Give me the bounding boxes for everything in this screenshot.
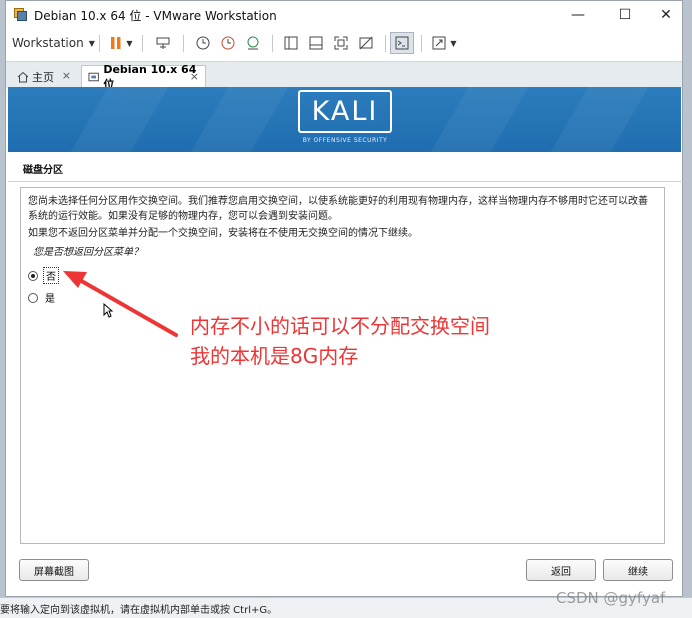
pause-icon — [111, 37, 121, 49]
content-panel: 您尚未选择任何分区用作交换空间。我们推荐您启用交换空间，以使系统能更好的利用现有… — [20, 187, 665, 544]
page-title: 磁盘分区 — [23, 165, 63, 176]
thumbnail-icon — [309, 36, 323, 50]
close-icon: ✕ — [660, 6, 672, 23]
library-button[interactable] — [279, 32, 303, 54]
kali-logo-subtitle: BY OFFENSIVE SECURITY — [302, 137, 388, 144]
snapshot-icon — [196, 36, 210, 50]
revert-snapshot-button[interactable] — [216, 32, 240, 54]
toolbar-separator — [99, 35, 100, 52]
chevron-down-icon: ▼ — [126, 38, 133, 48]
send-keys-icon — [156, 37, 170, 49]
vm-icon — [88, 72, 99, 82]
revert-snapshot-icon — [221, 36, 235, 50]
kali-logo: KALI — [298, 90, 392, 133]
vmware-window: Debian 10.x 64 位 - VMware Workstation — … — [5, 0, 683, 597]
pause-button[interactable]: ▼ — [106, 32, 136, 54]
close-tab-icon[interactable]: × — [190, 70, 199, 83]
back-button[interactable]: 返回 — [526, 559, 596, 581]
banner-decoration — [176, 87, 300, 152]
tab-label: 主页 — [32, 70, 54, 84]
toolbar: Workstation ▼ ▼ ▼ — [6, 28, 682, 59]
screenshot-button[interactable]: 屏幕截图 — [19, 559, 89, 581]
toolbar-separator — [272, 35, 273, 52]
tab-debian-vm[interactable]: Debian 10.x 64 位 × — [81, 63, 206, 91]
close-button[interactable]: ✕ — [646, 1, 686, 28]
console-icon — [395, 36, 409, 50]
fit-view-icon — [432, 36, 446, 50]
tab-home[interactable]: 主页 × — [11, 65, 77, 88]
annotation-text-2: 我的本机是8G内存 — [190, 344, 359, 368]
title-bar: Debian 10.x 64 位 - VMware Workstation — … — [6, 1, 682, 28]
close-tab-icon[interactable]: × — [62, 69, 71, 82]
home-icon — [17, 71, 29, 82]
minimize-button[interactable]: — — [558, 1, 598, 28]
continue-button-label: 继续 — [628, 566, 648, 578]
toolbar-separator — [183, 35, 184, 52]
unity-icon — [359, 36, 373, 50]
workstation-menu[interactable]: Workstation ▼ — [12, 32, 95, 54]
tab-bar: 主页 × Debian 10.x 64 位 × — [6, 61, 682, 91]
snapshot-manager-button[interactable] — [241, 32, 265, 54]
workstation-menu-label: Workstation — [12, 36, 84, 50]
back-button-label: 返回 — [551, 566, 571, 578]
divider — [8, 181, 681, 182]
vmware-app-icon — [14, 8, 27, 21]
console-view-button[interactable] — [390, 32, 414, 54]
screenshot-button-label: 屏幕截图 — [34, 566, 74, 578]
chevron-down-icon: ▼ — [450, 38, 457, 48]
minimize-icon: — — [571, 6, 585, 23]
banner-decoration — [416, 87, 540, 152]
chevron-down-icon: ▼ — [88, 38, 95, 48]
unity-button[interactable] — [354, 32, 378, 54]
send-keys-button[interactable] — [151, 32, 175, 54]
window-title: Debian 10.x 64 位 - VMware Workstation — [34, 9, 277, 23]
maximize-icon: ☐ — [618, 6, 632, 23]
kali-banner: KALI BY OFFENSIVE SECURITY — [8, 87, 681, 152]
status-message: 要将输入定向到该虚拟机，请在虚拟机内部单击或按 Ctrl+G。 — [0, 605, 278, 616]
banner-decoration — [536, 87, 660, 152]
continue-button[interactable]: 继续 — [603, 559, 673, 581]
banner-decoration — [56, 87, 180, 152]
desktop-background-right — [683, 0, 692, 617]
toolbar-separator — [421, 35, 422, 52]
fit-view-button[interactable]: ▼ — [427, 32, 461, 54]
library-icon — [284, 36, 298, 50]
snapshot-manager-icon — [247, 36, 259, 50]
vm-console[interactable]: KALI BY OFFENSIVE SECURITY 磁盘分区 您尚未选择任何分… — [8, 87, 681, 595]
maximize-button[interactable]: ☐ — [605, 1, 645, 28]
full-screen-button[interactable] — [329, 32, 353, 54]
full-screen-icon — [334, 36, 348, 50]
watermark: CSDN @gyfyaf — [556, 589, 666, 607]
toolbar-separator — [385, 35, 386, 52]
toolbar-separator — [142, 35, 143, 52]
thumbnail-button[interactable] — [304, 32, 328, 54]
snapshot-button[interactable] — [191, 32, 215, 54]
annotation-text-1: 内存不小的话可以不分配交换空间 — [190, 314, 490, 338]
